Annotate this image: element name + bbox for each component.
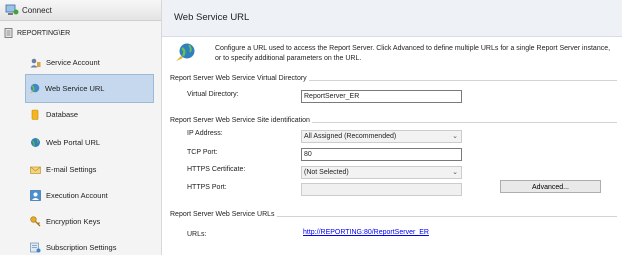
database-icon [31,109,39,120]
virtual-directory-group: Report Server Web Service Virtual Direct… [170,75,617,107]
page-title: Web Service URL [174,12,250,23]
report-server-url-link[interactable]: http://REPORTING:80/ReportServer_ER [303,229,429,236]
sidebar-item-label: Service Account [46,57,100,67]
sidebar-item-label: Execution Account [46,190,108,200]
web-portal-icon [31,137,40,147]
tcp-port-input[interactable]: 80 [301,148,462,161]
connect-label: Connect [22,5,52,15]
virtual-directory-label: Virtual Directory: [187,91,239,98]
encryption-keys-icon [30,215,41,226]
server-node[interactable]: REPORTING\ER [0,26,70,40]
sidebar-item-label: Database [46,109,79,119]
sidebar-item-web-service-url[interactable]: Web Service URL [25,74,154,103]
group-title: Report Server Web Service Virtual Direct… [170,75,309,82]
sidebar-item-encryption-keys[interactable]: Encryption Keys [27,209,156,233]
subscription-settings-icon [30,242,41,252]
page-description: Configure a URL used to access the Repor… [215,45,611,62]
sidebar-item-label: Subscription Settings [46,242,117,252]
main-panel: Web Service URL Configure a URL used to … [162,0,622,255]
sidebar-item-execution-account[interactable]: Execution Account [27,183,156,207]
server-name: REPORTING\ER [17,29,71,37]
sidebar-item-service-account[interactable]: Service Account [27,50,156,74]
connect-button[interactable]: Connect [0,0,161,21]
ip-address-label: IP Address: [187,130,223,137]
sidebar-item-label: Web Service URL [45,84,105,93]
sidebar-item-subscription-settings[interactable]: Subscription Settings [27,235,156,259]
tcp-port-label: TCP Port: [187,149,218,156]
ip-address-value: All Assigned (Recommended) [304,133,397,140]
globe-icon [176,43,195,61]
ip-address-dropdown[interactable]: All Assigned (Recommended) ⌄ [301,130,462,143]
chevron-down-icon: ⌄ [452,169,458,176]
execution-account-icon [30,189,41,201]
https-certificate-value: (Not Selected) [304,169,349,176]
server-icon [4,28,13,38]
group-title: Report Server Web Service URLs [170,211,277,218]
connect-icon [5,4,19,15]
web-service-url-icon [29,83,40,94]
https-port-label: HTTPS Port: [187,184,227,191]
advanced-button[interactable]: Advanced... [500,180,601,193]
https-port-input[interactable] [301,183,462,196]
sidebar-item-email-settings[interactable]: E-mail Settings [27,157,156,181]
email-icon [30,166,41,174]
https-certificate-dropdown[interactable]: (Not Selected) ⌄ [301,166,462,179]
sidebar-item-label: Web Portal URL [46,137,101,147]
sidebar-item-label: Encryption Keys [46,216,101,226]
sidebar-item-web-portal-url[interactable]: Web Portal URL [27,130,156,154]
service-account-icon [30,58,41,67]
virtual-directory-input[interactable]: ReportServer_ER [301,90,462,103]
sidebar-item-label: E-mail Settings [46,164,97,174]
group-title: Report Server Web Service Site identific… [170,117,312,124]
page-header: Web Service URL [162,0,622,37]
sidebar-item-database[interactable]: Database [27,102,156,126]
chevron-down-icon: ⌄ [452,133,458,140]
sidebar: Connect REPORTING\ER Service Account Web… [0,0,162,255]
https-certificate-label: HTTPS Certificate: [187,166,246,173]
urls-label: URLs: [187,231,207,238]
